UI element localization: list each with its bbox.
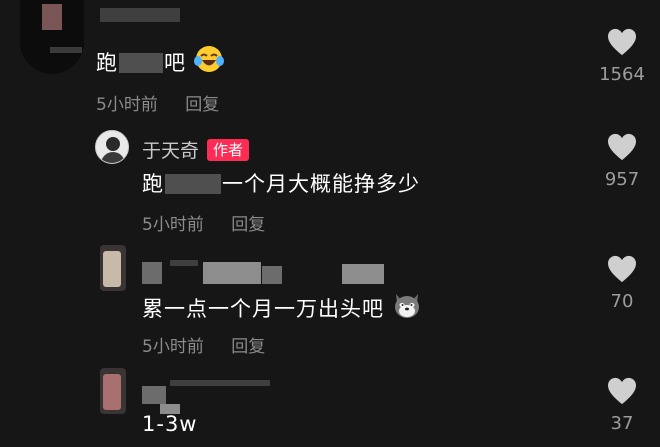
avatar-image [42,4,62,30]
avatar-caption-blur [50,47,82,53]
like-button[interactable]: 70 [598,255,646,312]
comment-text: 1-3w [142,412,198,436]
like-button[interactable]: 957 [598,133,646,190]
username-blurred [142,262,162,284]
like-count: 70 [610,291,634,312]
like-count: 1564 [599,64,645,85]
comment-meta: 5小时前 回复 [96,90,219,115]
like-button[interactable]: 1564 [598,28,646,85]
censored-text-blur [165,174,221,194]
author-avatar[interactable] [95,130,129,164]
censored-text-blur [119,53,163,73]
comment-header: 于天奇 作者 [142,136,250,163]
comment-section: 跑吧 5小时前 回复 1564 于天奇 作者 跑一个月大概能挣多少 5小时前 回复 [0,0,660,447]
husky-dog-emoji-icon [394,294,419,318]
heart-icon [608,133,636,161]
laughing-tears-emoji-icon [193,46,224,72]
like-count: 957 [604,169,640,190]
heart-icon [608,377,636,405]
like-button[interactable]: 37 [598,377,646,434]
username-blurred [142,386,166,404]
author-badge: 作者 [207,139,250,161]
comment-meta: 5小时前 回复 [142,210,265,235]
comment-text: 跑一个月大概能挣多少 [142,172,420,196]
comment-text: 累一点一个月一万出头吧 [142,290,422,323]
username-blurred [100,8,180,22]
username[interactable]: 于天奇 [142,140,199,162]
user-avatar[interactable] [100,368,126,414]
reply-button[interactable]: 回复 [231,337,265,357]
comment-meta: 5小时前 回复 [142,332,265,357]
like-count: 37 [610,413,634,434]
user-avatar[interactable] [100,245,126,291]
user-avatar[interactable] [20,0,84,74]
timestamp: 5小时前 [142,215,204,235]
heart-icon [608,255,636,283]
timestamp: 5小时前 [96,95,158,115]
reply-button[interactable]: 回复 [185,95,219,115]
heart-icon [608,28,636,56]
reply-button[interactable]: 回复 [231,215,265,235]
comment-text: 跑吧 [96,44,224,77]
timestamp: 5小时前 [142,337,204,357]
